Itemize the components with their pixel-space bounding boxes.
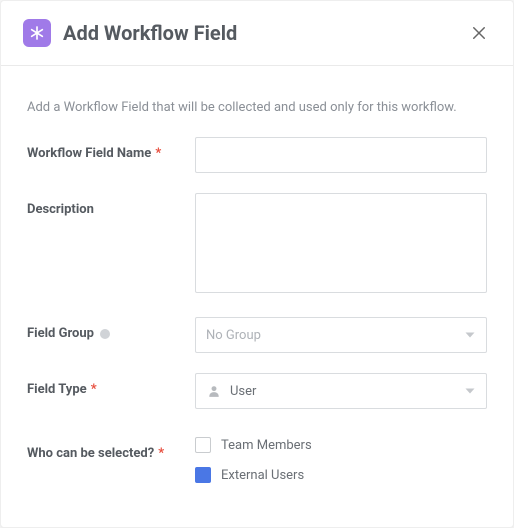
who-option-external-users: External Users: [195, 467, 487, 483]
field-type-selected: User: [230, 384, 464, 399]
team-members-label: Team Members: [221, 438, 312, 453]
required-mark: *: [155, 146, 161, 161]
row-description: Description: [27, 193, 487, 297]
chevron-down-icon: [464, 326, 476, 345]
required-mark: *: [91, 382, 97, 397]
label-description-text: Description: [27, 202, 94, 217]
field-group-selected: No Group: [206, 328, 464, 343]
group-info-dot-icon: [100, 329, 110, 339]
close-button[interactable]: [467, 21, 491, 45]
user-icon: [206, 383, 222, 399]
label-type-text: Field Type: [27, 382, 87, 397]
label-who-text: Who can be selected?: [27, 446, 154, 461]
field-type-select[interactable]: User: [195, 373, 487, 409]
who-option-team-members: Team Members: [195, 437, 487, 453]
label-description: Description: [27, 193, 195, 217]
description-textarea[interactable]: [195, 193, 487, 293]
external-users-checkbox[interactable]: [195, 467, 211, 483]
modal-title: Add Workflow Field: [63, 21, 467, 45]
workflow-field-name-input[interactable]: [195, 137, 487, 173]
external-users-label: External Users: [221, 468, 304, 483]
chevron-down-icon: [464, 382, 476, 401]
row-type: Field Type * User: [27, 373, 487, 409]
add-workflow-field-modal: Add Workflow Field Add a Workflow Field …: [0, 0, 514, 528]
asterisk-icon: [23, 19, 51, 47]
label-type: Field Type *: [27, 373, 195, 397]
label-group-text: Field Group: [27, 326, 94, 341]
intro-text: Add a Workflow Field that will be collec…: [27, 100, 487, 115]
field-group-select[interactable]: No Group: [195, 317, 487, 353]
row-who: Who can be selected? * Team Members Exter…: [27, 437, 487, 497]
required-mark: *: [158, 446, 164, 461]
modal-header: Add Workflow Field: [1, 1, 513, 66]
row-group: Field Group No Group: [27, 317, 487, 353]
team-members-checkbox[interactable]: [195, 437, 211, 453]
label-name: Workflow Field Name *: [27, 137, 195, 161]
label-name-text: Workflow Field Name: [27, 146, 151, 161]
modal-body: Add a Workflow Field that will be collec…: [1, 66, 513, 527]
label-who: Who can be selected? *: [27, 437, 195, 461]
row-name: Workflow Field Name *: [27, 137, 487, 173]
label-group: Field Group: [27, 317, 195, 341]
